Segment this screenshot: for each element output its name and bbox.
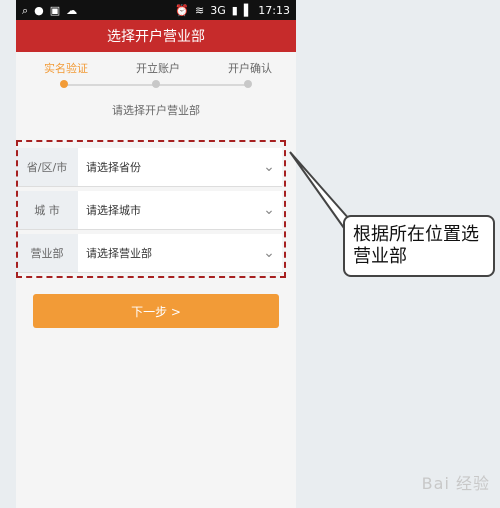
branch-row[interactable]: 营业部 请选择营业部 ⌄ bbox=[16, 234, 282, 273]
progress-steps: 实名验证 开立账户 开户确认 bbox=[16, 52, 296, 96]
annotation-callout: 根据所在位置选营业部 bbox=[343, 215, 495, 277]
step-label-3: 开户确认 bbox=[228, 62, 272, 75]
status-time: 17:13 bbox=[258, 3, 290, 17]
city-select[interactable]: 请选择城市 bbox=[78, 191, 256, 229]
header-title: 选择开户营业部 bbox=[107, 29, 205, 45]
section-title: 请选择开户营业部 bbox=[112, 104, 200, 117]
watermark: Bai 经验 bbox=[421, 474, 490, 493]
chevron-down-icon[interactable]: ⌄ bbox=[256, 234, 282, 272]
weather-icon: ☁ bbox=[66, 3, 78, 17]
image-icon: ▣ bbox=[49, 3, 61, 17]
next-step-button[interactable]: 下一步 > bbox=[33, 294, 279, 328]
network-label: 3G bbox=[210, 3, 226, 17]
status-right-icons: ⏰ ≋ 3G ▮ ▌ 17:13 bbox=[175, 4, 290, 17]
alarm-icon: ⏰ bbox=[175, 3, 190, 17]
step-dot-1 bbox=[60, 80, 68, 88]
province-label: 省/区/市 bbox=[16, 148, 78, 186]
battery-icon: ▌ bbox=[243, 3, 253, 17]
chevron-down-icon[interactable]: ⌄ bbox=[256, 148, 282, 186]
status-left-icons: ⌕ ● ▣ ☁ bbox=[22, 5, 77, 16]
step-label-1: 实名验证 bbox=[44, 62, 88, 75]
chevron-down-icon[interactable]: ⌄ bbox=[256, 191, 282, 229]
header: 选择开户营业部 bbox=[16, 20, 296, 52]
city-label: 城 市 bbox=[16, 191, 78, 229]
branch-selection-form: 省/区/市 请选择省份 ⌄ 城 市 请选择城市 ⌄ 营业部 请选择营业部 ⌄ bbox=[16, 148, 282, 277]
signal-icon: ▮ bbox=[231, 3, 238, 17]
branch-label: 营业部 bbox=[16, 234, 78, 272]
branch-select[interactable]: 请选择营业部 bbox=[78, 234, 256, 272]
wifi-icon: ≋ bbox=[195, 3, 205, 17]
province-row[interactable]: 省/区/市 请选择省份 ⌄ bbox=[16, 148, 282, 187]
city-row[interactable]: 城 市 请选择城市 ⌄ bbox=[16, 191, 282, 230]
app-icon: ● bbox=[34, 3, 44, 17]
step-dot-2 bbox=[152, 80, 160, 88]
province-select[interactable]: 请选择省份 bbox=[78, 148, 256, 186]
status-bar: ⌕ ● ▣ ☁ ⏰ ≋ 3G ▮ ▌ 17:13 bbox=[16, 0, 296, 20]
step-label-2: 开立账户 bbox=[136, 62, 180, 75]
search-icon: ⌕ bbox=[22, 3, 29, 17]
annotation-text: 根据所在位置选营业部 bbox=[353, 224, 479, 267]
step-dot-3 bbox=[244, 80, 252, 88]
